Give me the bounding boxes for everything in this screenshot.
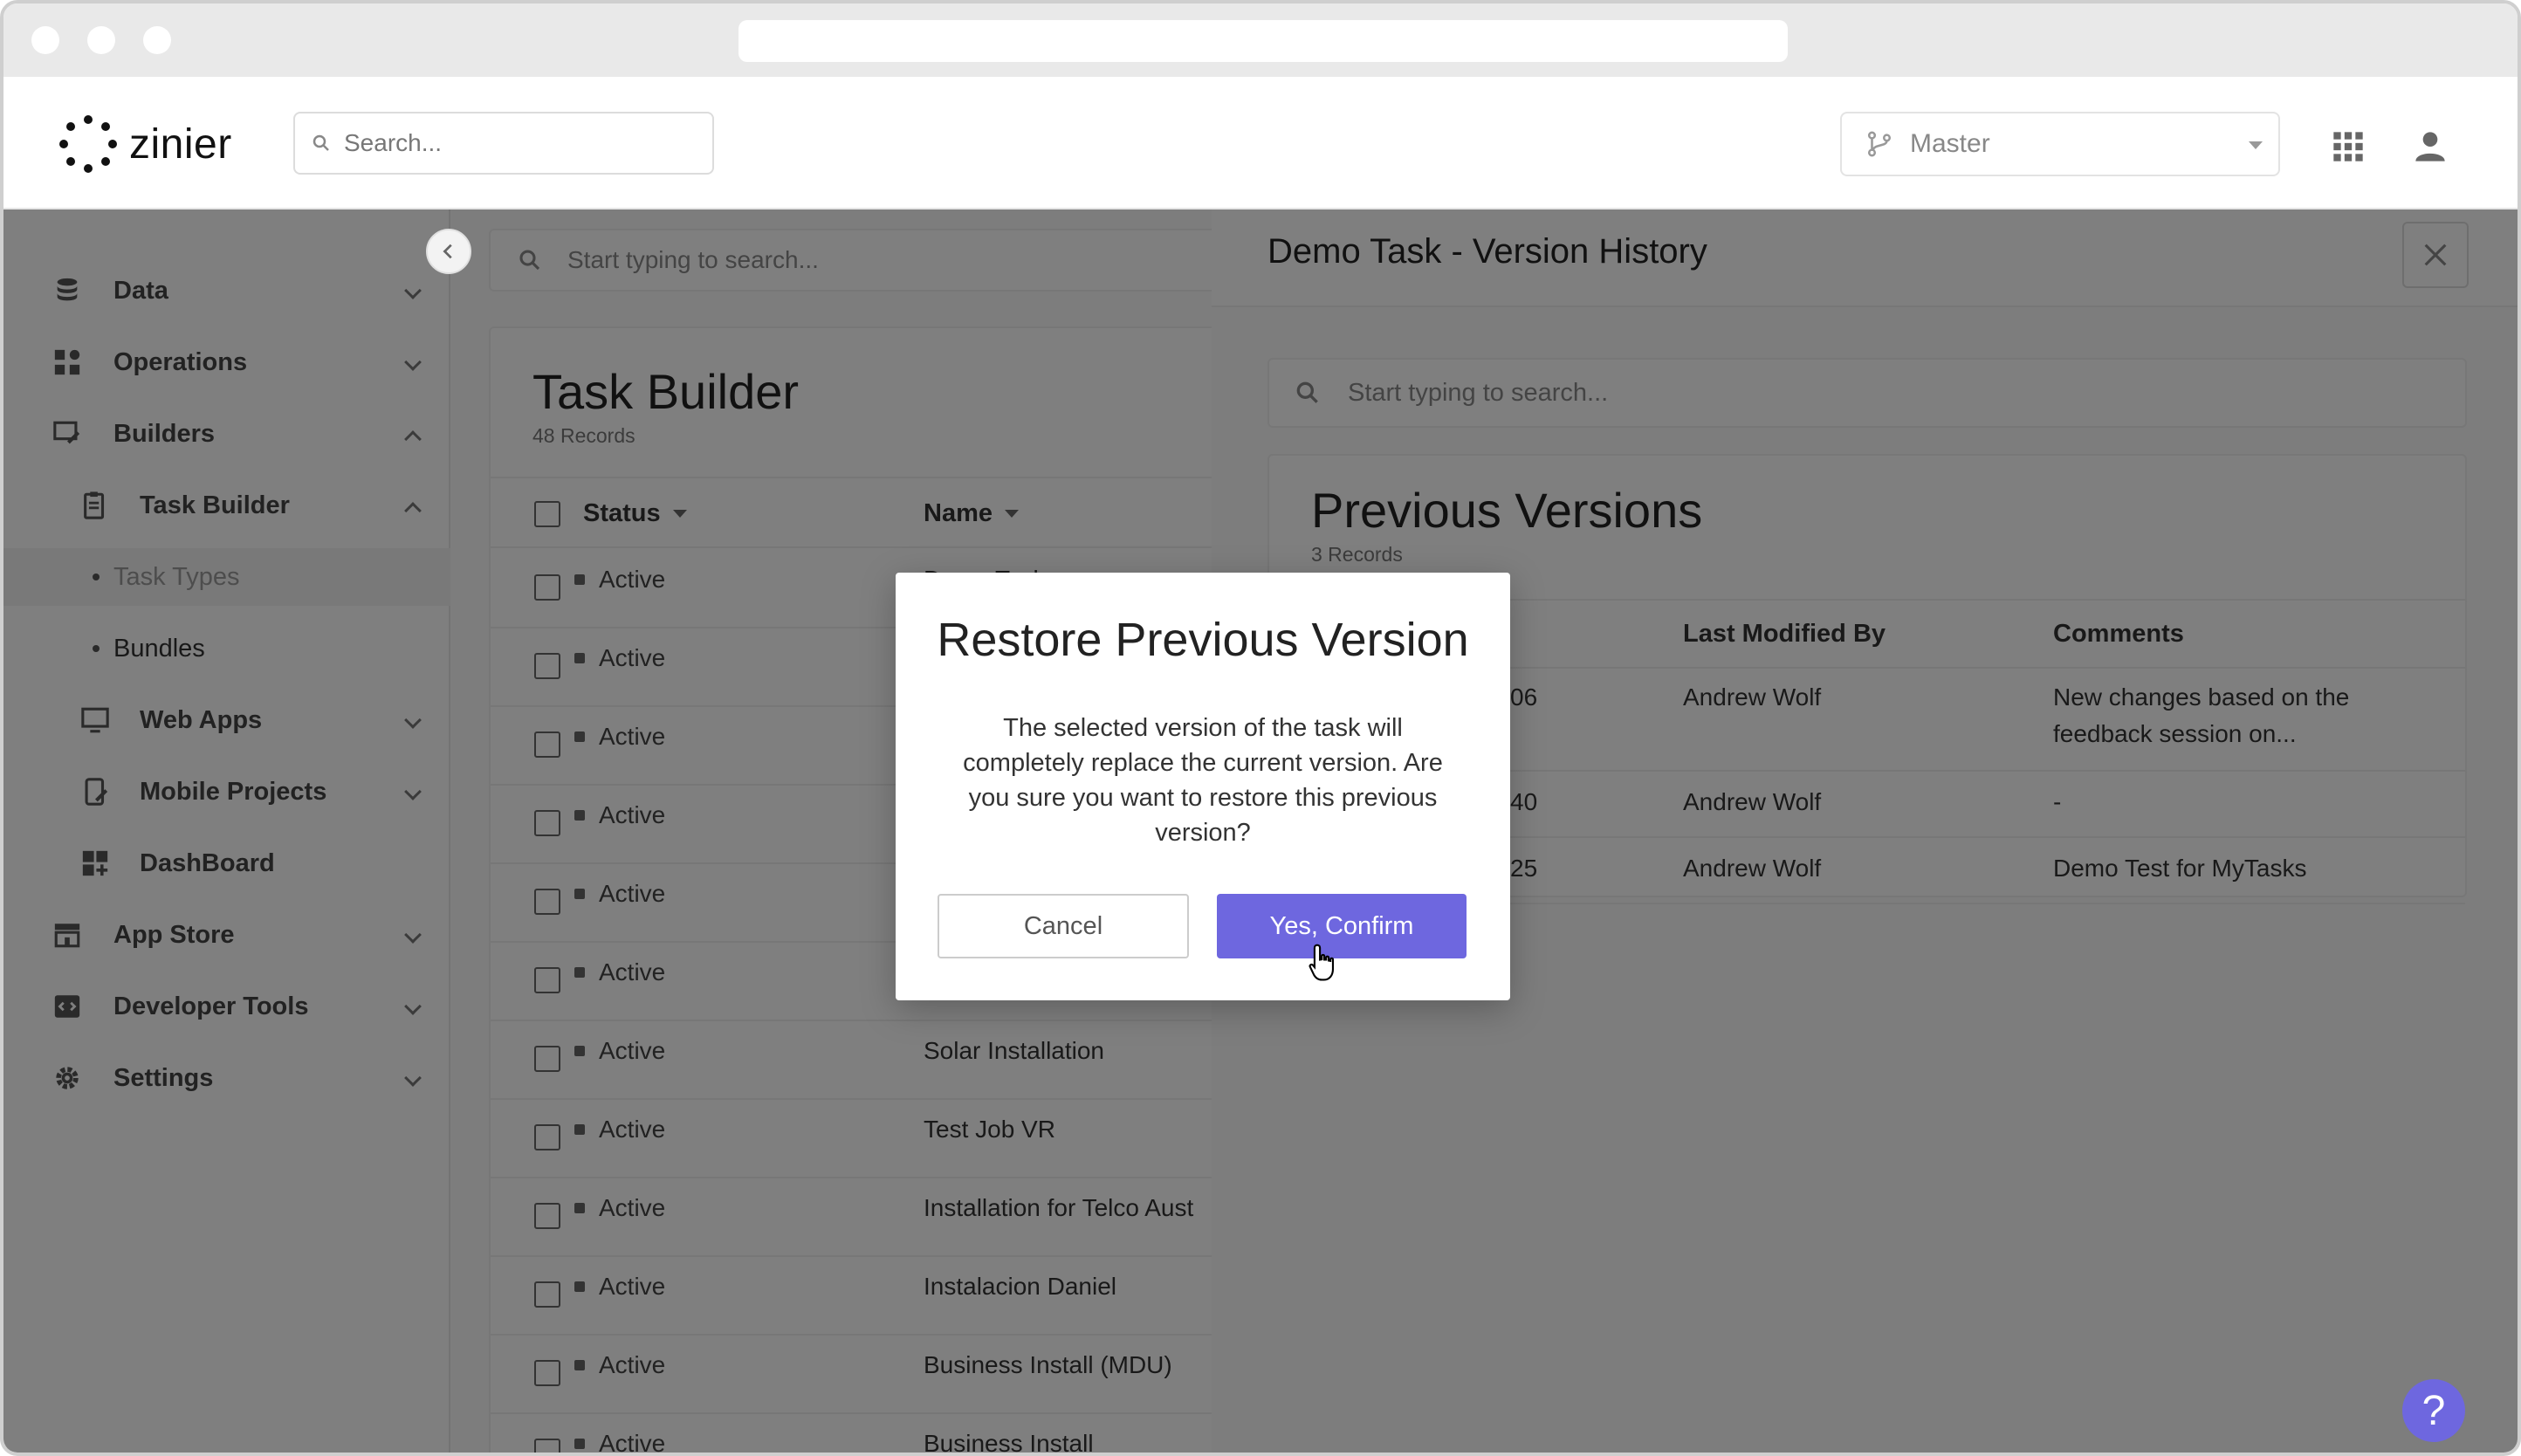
chevron-left-icon bbox=[443, 244, 452, 259]
app-header: zinier Search... Master bbox=[3, 77, 2518, 209]
global-search-input[interactable]: Search... bbox=[293, 112, 714, 175]
dialog-title: Restore Previous Version bbox=[937, 614, 1469, 666]
dialog-message: The selected version of the task will co… bbox=[963, 714, 1443, 847]
window-close-dot[interactable] bbox=[31, 26, 59, 54]
window-minimize-dot[interactable] bbox=[87, 26, 115, 54]
address-bar[interactable] bbox=[738, 20, 1788, 62]
logo-text: zinier bbox=[129, 120, 232, 168]
app-grid-icon[interactable] bbox=[2331, 129, 2366, 164]
search-icon bbox=[313, 134, 329, 151]
window-maximize-dot[interactable] bbox=[143, 26, 171, 54]
cancel-button[interactable]: Cancel bbox=[938, 894, 1189, 958]
browser-window: zinier Search... Master Data bbox=[0, 0, 2521, 1456]
restore-version-dialog: Restore Previous Version The selected ve… bbox=[896, 573, 1510, 1000]
branch-label: Master bbox=[1910, 129, 1990, 158]
global-search-placeholder: Search... bbox=[344, 129, 443, 156]
zinier-logo[interactable]: zinier bbox=[59, 113, 232, 175]
branch-icon bbox=[1867, 131, 1892, 157]
branch-selector[interactable]: Master bbox=[1840, 112, 2280, 176]
user-icon[interactable] bbox=[2413, 129, 2448, 164]
browser-chrome bbox=[3, 3, 2518, 77]
logo-mark-icon bbox=[59, 115, 117, 173]
help-button[interactable]: ? bbox=[2402, 1379, 2465, 1442]
sidebar-collapse-button[interactable] bbox=[426, 229, 471, 274]
hand-cursor-icon bbox=[1309, 944, 1335, 981]
chevron-down-icon bbox=[2249, 141, 2263, 149]
confirm-button[interactable]: Yes, Confirm bbox=[1217, 894, 1467, 958]
